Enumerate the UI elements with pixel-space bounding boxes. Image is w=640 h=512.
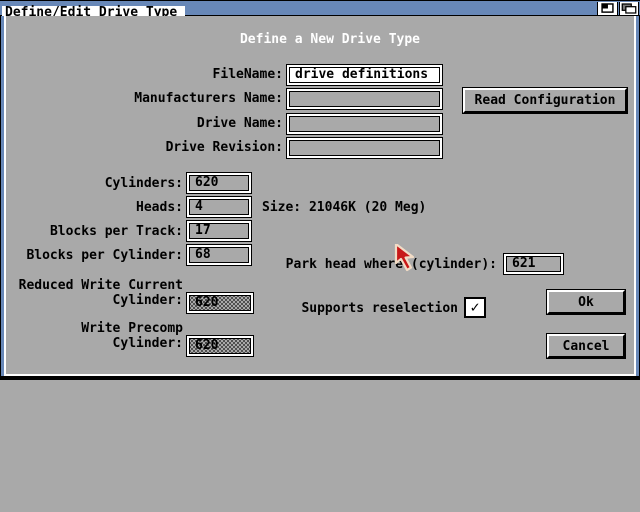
manufacturers-name-label: Manufacturers Name: — [20, 91, 283, 106]
heads-label: Heads: — [0, 200, 183, 215]
checkmark-icon: ✓ — [470, 300, 479, 315]
supports-reselection-label: Supports reselection — [218, 301, 458, 316]
park-head-label: Park head where (cylinder): — [278, 257, 497, 272]
reduced-write-current-label: Reduced Write Current Cylinder: — [0, 278, 183, 308]
manufacturers-name-input[interactable] — [286, 88, 443, 110]
cancel-button[interactable]: Cancel — [546, 333, 626, 359]
drive-type-window: Define/Edit Drive Type Define a New Driv… — [0, 0, 640, 380]
size-text: Size: 21046K (20 Meg) — [262, 200, 426, 215]
drive-name-input[interactable] — [286, 113, 443, 135]
zoom-gadget-icon — [598, 2, 617, 15]
write-precomp-input: 620 — [186, 335, 254, 357]
cylinders-label: Cylinders: — [0, 176, 183, 191]
supports-reselection-checkbox[interactable]: ✓ — [464, 297, 486, 318]
blocks-per-track-input[interactable]: 17 — [186, 220, 252, 242]
drive-name-label: Drive Name: — [20, 116, 283, 131]
ok-button[interactable]: Ok — [546, 289, 626, 315]
read-configuration-label: Read Configuration — [463, 88, 627, 113]
blocks-per-track-label: Blocks per Track: — [0, 224, 183, 239]
filename-label: FileName: — [20, 67, 283, 82]
zoom-gadget[interactable] — [597, 2, 618, 15]
drive-revision-label: Drive Revision: — [20, 140, 283, 155]
dialog-title: Define a New Drive Type — [0, 32, 640, 47]
blocks-per-cylinder-input[interactable]: 68 — [186, 244, 252, 266]
read-configuration-button[interactable]: Read Configuration — [462, 87, 628, 114]
cancel-label: Cancel — [547, 334, 625, 358]
cylinders-input[interactable]: 620 — [186, 172, 252, 194]
ok-label: Ok — [547, 290, 625, 314]
drive-revision-input[interactable] — [286, 137, 443, 159]
depth-gadget-icon — [620, 2, 638, 15]
blocks-per-cylinder-label: Blocks per Cylinder: — [0, 248, 183, 263]
heads-input[interactable]: 4 — [186, 196, 252, 218]
write-precomp-label: Write Precomp Cylinder: — [0, 321, 183, 351]
filename-input[interactable]: drive definitions — [286, 64, 443, 86]
depth-gadget[interactable] — [619, 2, 639, 15]
window-titlebar[interactable]: Define/Edit Drive Type — [0, 0, 640, 16]
park-head-input[interactable]: 621 — [503, 253, 564, 275]
